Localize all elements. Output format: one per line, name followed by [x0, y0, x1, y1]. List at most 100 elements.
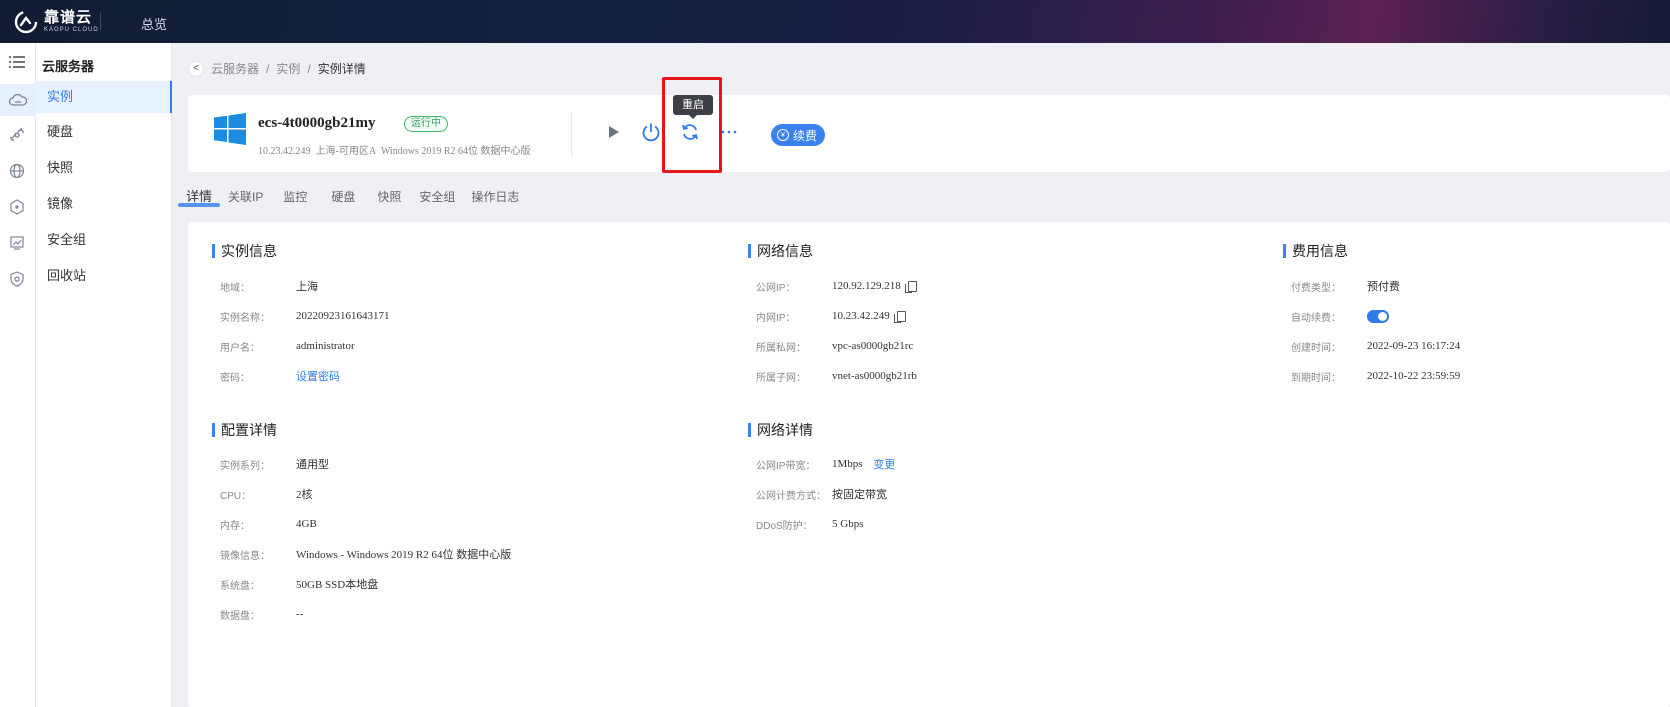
- tab-security-groups[interactable]: 安全组: [411, 190, 463, 210]
- network-detail-section: 网络详情: [748, 423, 813, 437]
- breadcrumb: < 云服务器 / 实例 / 实例详情: [188, 60, 366, 77]
- restart-button[interactable]: [679, 121, 701, 143]
- kv-row: 地域： 上海: [220, 278, 318, 294]
- tab-details[interactable]: 详情: [178, 190, 221, 210]
- kv-row: DDoS防护： 5 Gbps: [756, 516, 863, 532]
- sidebar-title: 云服务器: [42, 59, 95, 74]
- kv-row: CPU： 2核: [220, 486, 313, 502]
- details-card: 实例信息 地域： 上海 实例名称： 20220923161643171 用户名： ad…: [188, 222, 1670, 707]
- kv-value: 2核: [296, 489, 313, 501]
- menu-toggle-icon[interactable]: [6, 51, 28, 73]
- header-divider: [571, 111, 572, 157]
- brand-logo[interactable]: 靠谱云 KAOPU CLOUD: [14, 9, 99, 35]
- start-button[interactable]: [603, 121, 625, 143]
- kv-row: 内网IP： 10.23.42.249: [756, 308, 906, 324]
- monitor-icon[interactable]: [6, 232, 28, 254]
- back-button[interactable]: <: [188, 60, 204, 77]
- kv-label: DDoS防护：: [756, 520, 813, 532]
- kv-row: 付费类型： 预付费: [1291, 278, 1400, 294]
- set-password-link[interactable]: 设置密码: [296, 368, 340, 384]
- kv-label: 自动续费：: [1291, 312, 1341, 324]
- kv-row: 数据盘： --: [220, 606, 303, 622]
- detail-tabs: 详情 关联IP 监控 硬盘 快照 安全组 操作日志: [178, 190, 527, 210]
- play-icon: [609, 126, 619, 138]
- more-button[interactable]: [718, 121, 740, 143]
- kv-row: 用户名： administrator: [220, 338, 355, 354]
- icon-rail: [0, 43, 36, 707]
- copy-icon[interactable]: [893, 310, 906, 323]
- instance-header-card: ecs-4t0000gb21my 运行中 10.23.42.249 上海-可用区…: [188, 77, 1670, 173]
- kv-value: 上海: [296, 281, 318, 293]
- disk-link-icon[interactable]: [6, 124, 28, 146]
- kv-label: 实例系列：: [220, 460, 270, 472]
- kv-label: 用户名：: [220, 342, 260, 354]
- kv-label: 系统盘：: [220, 580, 260, 592]
- kv-value: 2022-09-23 16:17:24: [1367, 340, 1461, 352]
- kv-label: 实例名称：: [220, 312, 270, 324]
- instance-zone: 上海-可用区A: [315, 146, 377, 157]
- kv-value: vnet-as0000gb21rb: [832, 370, 917, 382]
- power-button[interactable]: [640, 121, 662, 143]
- public-ip-value: 120.92.129.218: [832, 280, 901, 292]
- section-title: 费用信息: [1283, 244, 1348, 258]
- breadcrumb-instances[interactable]: 实例: [276, 60, 300, 77]
- kv-row: 到期时间： 2022-10-22 23:59:59: [1291, 368, 1460, 384]
- renew-button[interactable]: ¥ 续费: [771, 124, 826, 146]
- sidebar-item-recycle-bin[interactable]: 回收站: [36, 260, 172, 292]
- sidebar: 云服务器 实例 硬盘 快照 镜像 安全组 回收站: [36, 43, 172, 707]
- tab-snapshots[interactable]: 快照: [367, 190, 411, 210]
- kv-value: vpc-as0000gb21rc: [832, 340, 914, 352]
- tab-monitoring[interactable]: 监控: [271, 190, 319, 210]
- sidebar-item-disks[interactable]: 硬盘: [36, 116, 172, 148]
- nav-overview[interactable]: 总览: [141, 14, 167, 33]
- kv-row: 内存： 4GB: [220, 516, 317, 532]
- copy-icon[interactable]: [904, 280, 917, 293]
- kv-row: 实例系列： 通用型: [220, 456, 329, 472]
- section-title: 网络详情: [748, 423, 813, 437]
- kv-label: CPU：: [220, 490, 252, 502]
- section-title: 网络信息: [748, 244, 813, 258]
- auto-renew-toggle[interactable]: [1367, 309, 1389, 323]
- shield-icon[interactable]: [6, 268, 28, 290]
- breadcrumb-cloud-server[interactable]: 云服务器: [211, 60, 259, 77]
- kv-value: 20220923161643171: [296, 310, 390, 322]
- kv-value: administrator: [296, 340, 355, 352]
- kv-row: 所属私网： vpc-as0000gb21rc: [756, 338, 913, 354]
- change-bandwidth-link[interactable]: 变更: [873, 456, 895, 472]
- tab-disks[interactable]: 硬盘: [319, 190, 367, 210]
- tab-associated-ip[interactable]: 关联IP: [220, 190, 271, 210]
- globe-icon[interactable]: [6, 160, 28, 182]
- kv-value: 50GB SSD本地盘: [296, 579, 379, 591]
- logo-text-cn: 靠谱云: [44, 9, 93, 26]
- sidebar-item-snapshots[interactable]: 快照: [36, 152, 172, 184]
- kv-label: 付费类型：: [1291, 282, 1341, 294]
- kv-label: 内网IP：: [756, 312, 796, 324]
- kv-row: 所属子网： vnet-as0000gb21rb: [756, 368, 917, 384]
- private-ip-value: 10.23.42.249: [832, 310, 890, 322]
- instance-info-section: 实例信息: [212, 244, 277, 258]
- yen-icon: ¥: [777, 129, 789, 141]
- main-content: < 云服务器 / 实例 / 实例详情 ecs-4t0000gb21my 运行中 …: [172, 43, 1670, 707]
- image-network-icon[interactable]: [6, 196, 28, 218]
- kv-label: 数据盘：: [220, 610, 260, 622]
- kv-label: 到期时间：: [1291, 372, 1341, 384]
- kv-value: 2022-10-22 23:59:59: [1367, 370, 1461, 382]
- power-icon: [642, 123, 660, 142]
- topbar-divider: [100, 12, 101, 30]
- kv-row: 系统盘： 50GB SSD本地盘: [220, 576, 378, 592]
- breadcrumb-separator: /: [266, 61, 270, 76]
- sidebar-item-images[interactable]: 镜像: [36, 188, 172, 220]
- kv-label: 所属子网：: [756, 372, 806, 384]
- sidebar-item-instances[interactable]: 实例: [36, 81, 172, 113]
- network-info-section: 网络信息: [748, 244, 813, 258]
- renew-label: 续费: [793, 128, 818, 143]
- breadcrumb-current: 实例详情: [317, 62, 366, 76]
- kv-row: 镜像信息： Windows - Windows 2019 R2 64位 数据中心版: [220, 546, 511, 562]
- kv-value: 通用型: [296, 459, 329, 471]
- instance-name: ecs-4t0000gb21my: [258, 115, 376, 131]
- kv-value: --: [296, 608, 304, 620]
- kaopu-logo-icon: [14, 10, 38, 34]
- cloud-server-icon[interactable]: [0, 84, 36, 116]
- sidebar-item-security-groups[interactable]: 安全组: [36, 224, 172, 256]
- tab-operation-log[interactable]: 操作日志: [463, 190, 527, 210]
